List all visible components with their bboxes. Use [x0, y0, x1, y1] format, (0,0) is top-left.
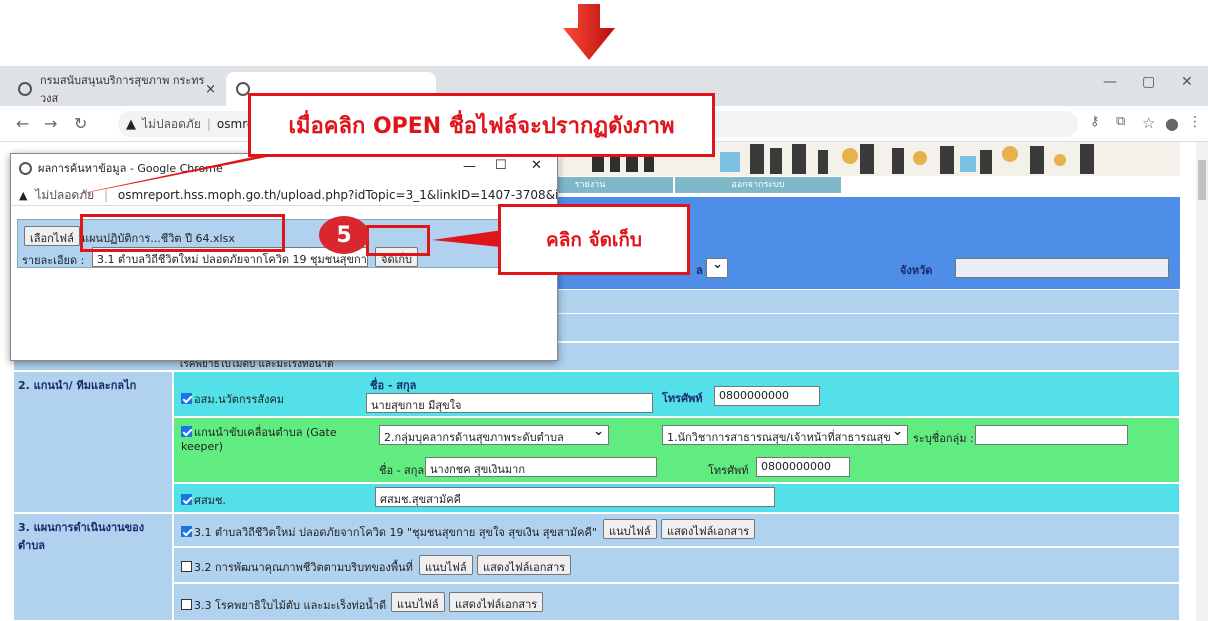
maximize-button[interactable]: ▢ — [1142, 74, 1155, 90]
popup-minimize-button[interactable]: — — [463, 159, 476, 174]
plan-3-show-doc-button[interactable]: แสดงไฟล์เอกสาร — [449, 592, 544, 612]
section-2-text: 2. แกนนำ/ ทีมและกลไก — [18, 379, 137, 392]
gatekeeper-name-input[interactable]: นางกชค สุขเงินมาก — [425, 457, 657, 477]
sasmosh-label: ศสมช. — [194, 494, 226, 507]
warning-icon: ▲ — [126, 116, 136, 132]
plan-1-show-doc-button[interactable]: แสดงไฟล์เอกสาร — [661, 519, 756, 539]
sasmosh-input[interactable]: ศสมช.สุขสามัคคี — [375, 487, 775, 507]
browser-tab-1[interactable]: กรมสนับสนุนบริการสุขภาพ กระทรวงส × — [8, 72, 226, 106]
specify-group-label: ระบุชื่อกลุ่ม : — [913, 432, 974, 445]
upload-popup-window: ผลการค้นหาข้อมูล - Google Chrome — ☐ ✕ ▲… — [10, 153, 558, 361]
profile-icon[interactable]: ● — [1165, 114, 1179, 133]
choose-file-button[interactable]: เลือกไฟล์ — [24, 226, 80, 246]
popup-title-bar: ผลการค้นหาข้อมูล - Google Chrome — ☐ ✕ — [11, 154, 557, 182]
more-menu-icon[interactable]: ⋮ — [1188, 114, 1202, 130]
open-callout: เมื่อคลิก OPEN ชื่อไฟล์จะปรากฏดังภาพ — [248, 93, 715, 157]
plan-2-attach-button[interactable]: แนบไฟล์ — [419, 555, 473, 575]
district-label: ล — [696, 264, 703, 277]
save-callout: คลิก จัดเก็บ — [498, 204, 690, 275]
checkbox-icon[interactable] — [181, 561, 192, 572]
checkbox-icon[interactable] — [181, 526, 192, 537]
minimize-button[interactable]: — — [1103, 74, 1117, 90]
forward-arrow-icon[interactable]: → — [44, 114, 57, 133]
plan-3-label: 3.3 โรคพยาธิใบไม้ตับ และมะเร็งท่อน้ำดี — [194, 599, 387, 612]
save-button-highlight — [366, 225, 430, 256]
province-label: จังหวัด — [900, 264, 933, 277]
tab-1-label: กรมสนับสนุนบริการสุขภาพ กระทรวงส — [40, 74, 205, 105]
osm-phone-input[interactable]: 0800000000 — [714, 386, 820, 406]
popup-close-button[interactable]: ✕ — [531, 158, 542, 173]
file-name-highlight — [80, 214, 285, 252]
page-scrollbar[interactable] — [1196, 142, 1208, 621]
step-number-badge: 5 — [319, 216, 369, 254]
reload-icon[interactable]: ↻ — [74, 114, 87, 133]
plan-2-label: 3.2 การพัฒนาคุณภาพชีวิตตามบริบทของพื้นที… — [194, 561, 413, 574]
plan-1-checkbox-label[interactable]: 3.1 ตำบลวิถีชีวิตใหม่ ปลอดภัยจากโควิด 19… — [181, 523, 597, 541]
gatekeeper-group-select[interactable]: 2.กลุ่มบุคลากรด้านสุขภาพระดับตำบล — [379, 425, 609, 445]
security-label: ไม่ปลอดภัย — [142, 116, 201, 131]
key-icon[interactable]: ⚷ — [1090, 114, 1100, 129]
osm-name-label: ชื่อ - สกุล — [370, 379, 417, 392]
tab-close-icon[interactable]: × — [205, 82, 216, 97]
province-input[interactable] — [955, 258, 1169, 278]
menu-item-logout[interactable]: ออกจากระบบ — [674, 176, 842, 194]
osm-name-input[interactable]: นายสุขกาย มีสุขใจ — [366, 393, 653, 413]
detail-label: รายละเอียด : — [22, 254, 85, 267]
back-arrow-icon[interactable]: ← — [16, 114, 29, 133]
popup-maximize-button[interactable]: ☐ — [495, 158, 507, 173]
section-2-label: 2. แกนนำ/ ทีมและกลไก — [13, 371, 173, 513]
plan-2-checkbox-label[interactable]: 3.2 การพัฒนาคุณภาพชีวิตตามบริบทของพื้นที… — [181, 558, 413, 576]
checkbox-icon[interactable] — [181, 426, 192, 437]
popup-security-label: ไม่ปลอดภัย — [35, 188, 95, 202]
plan-1-label: 3.1 ตำบลวิถีชีวิตใหม่ ปลอดภัยจากโควิด 19… — [194, 526, 597, 539]
gatekeeper-label: แกนนำขับเคลื่อนตำบล (Gate keeper) — [181, 426, 337, 453]
gatekeeper-phone-label: โทรศัพท์ — [708, 464, 749, 477]
specify-group-input[interactable] — [975, 425, 1128, 445]
gatekeeper-role-select[interactable]: 1.นักวิชาการสาธารณสุข/เจ้าหน้าที่สาธารณส… — [662, 425, 908, 445]
gatekeeper-name-label: ชื่อ - สกุล — [379, 464, 425, 477]
plan-1-attach-button[interactable]: แนบไฟล์ — [603, 519, 657, 539]
osm-checkbox-label[interactable]: อสม.นวัตกรรสังคม — [181, 390, 284, 408]
plan-3-checkbox-label[interactable]: 3.3 โรคพยาธิใบไม้ตับ และมะเร็งท่อน้ำดี — [181, 596, 386, 614]
section-3-label: 3. แผนการดำเนินงานของตำบล — [13, 513, 173, 621]
close-window-button[interactable]: ✕ — [1181, 74, 1193, 90]
globe-icon — [19, 161, 32, 175]
district-select[interactable] — [706, 258, 728, 278]
plan-2-show-doc-button[interactable]: แสดงไฟล์เอกสาร — [477, 555, 572, 575]
gatekeeper-phone-input[interactable]: 0800000000 — [756, 457, 850, 477]
section-3-text: 3. แผนการดำเนินงานของตำบล — [18, 521, 145, 552]
warning-icon: ▲ — [19, 189, 28, 202]
plan-3-attach-button[interactable]: แนบไฟล์ — [391, 592, 445, 612]
star-icon[interactable]: ☆ — [1142, 114, 1155, 132]
down-arrow-icon — [563, 4, 615, 60]
globe-icon — [18, 82, 32, 96]
osm-phone-label: โทรศัพท์ — [662, 392, 703, 405]
popup-title: ผลการค้นหาข้อมูล - Google Chrome — [38, 162, 223, 175]
sasmosh-checkbox-label[interactable]: ศสมช. — [181, 491, 226, 509]
checkbox-icon[interactable] — [181, 494, 192, 505]
popup-address-bar: ▲ ไม่ปลอดภัย | osmreport.hss.moph.go.th/… — [11, 182, 557, 206]
checkbox-icon[interactable] — [181, 393, 192, 404]
checkbox-icon[interactable] — [181, 599, 192, 610]
popup-url: osmreport.hss.moph.go.th/upload.php?idTo… — [117, 188, 557, 202]
gatekeeper-checkbox-label[interactable]: แกนนำขับเคลื่อนตำบล (Gate keeper) — [181, 426, 361, 454]
translate-icon[interactable]: ⧉ — [1116, 114, 1125, 129]
osm-label: อสม.นวัตกรรสังคม — [194, 393, 285, 406]
